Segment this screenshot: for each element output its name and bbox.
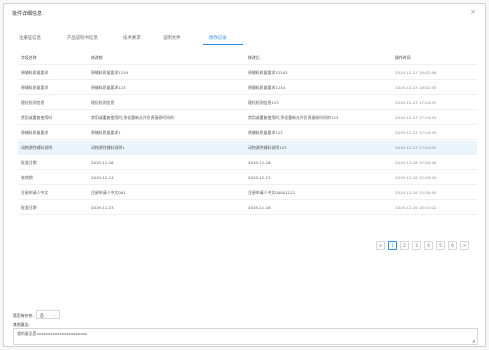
prev-page-button[interactable]: < (376, 241, 385, 250)
cell-before: 动物源性辅料说明1 (91, 145, 125, 150)
page-button-1[interactable]: 1 (388, 241, 397, 250)
page-button-4[interactable]: 4 (424, 241, 433, 250)
cell-time: 2019-12-18 15:50:40 (395, 160, 437, 165)
cell-time: 2019-12-23 17:24:55 (395, 130, 437, 135)
tab-certificates[interactable]: 证明文件 (163, 35, 181, 41)
cell-field: 原辅料质量要求 (21, 70, 49, 75)
table-row[interactable]: 批准日期 2019-11-23 2019-11-16 2019-12-16 18… (18, 201, 477, 215)
cell-time: 2019-12-23 18:02:35 (395, 85, 437, 90)
cell-before: 原辅料质量要求123 (91, 85, 126, 90)
cell-after: 原辅料质量要求12345 (248, 70, 288, 75)
table-row[interactable]: 原辅料质量要求 原辅料质量要求1234 原辅料质量要求12345 2019-12… (18, 66, 477, 80)
supplement-select[interactable]: 否 ⌄ (36, 310, 60, 319)
supplement-label: 是否有补充: (13, 313, 34, 318)
column-header-after: 修改后 (248, 55, 260, 60)
tab-product-manual[interactable]: 产品说明书信息 (67, 35, 98, 41)
cell-after: 理化检测信息123 (248, 100, 279, 105)
remark-textarea[interactable]: 我的意见是xxxxxxxxxxxxxxxxxxxxxx ◢ (13, 328, 478, 345)
cell-time: 2019-12-23 17:24:55 (395, 100, 437, 105)
dialog-title: 批件详细信息 (12, 11, 43, 17)
table-row[interactable]: 禁用或重复使用时 禁用或重复使用时,净化重新允许负责接收时间的 禁用或重复使用时… (18, 111, 477, 125)
table-row[interactable]: 注册申请人中文 注册申请人中文001 注册申请人中文00001122 2019-… (18, 186, 477, 200)
detail-dialog: 批件详细信息 × 注册证信息 产品说明书信息 技术要求 证明文件 修改记录 字段… (3, 3, 486, 347)
cell-time: 2019-12-18 15:50:40 (395, 190, 437, 195)
cell-before: 2019-12-14 (91, 175, 114, 180)
cell-field: 原辅料质量要求 (21, 130, 49, 135)
cell-after: 注册申请人中文00001122 (248, 190, 296, 195)
cell-field: 原辅料质量要求 (21, 85, 49, 90)
cell-field: 批准日期 (21, 160, 37, 165)
tab-registration[interactable]: 注册证信息 (19, 35, 41, 41)
remark-text: 我的意见是xxxxxxxxxxxxxxxxxxxxxx (17, 331, 88, 336)
cell-after: 动物源性辅料说明123 (248, 145, 287, 150)
dialog-header: 批件详细信息 × (4, 4, 485, 26)
active-tab-indicator (203, 44, 243, 45)
next-page-button[interactable]: > (460, 241, 469, 250)
close-icon[interactable]: × (470, 9, 476, 16)
cell-field: 批准日期 (21, 205, 37, 210)
tab-bar: 注册证信息 产品说明书信息 技术要求 证明文件 修改记录 (19, 35, 469, 47)
cell-time: 2019-12-18 15:50:40 (395, 175, 437, 180)
cell-before: 原辅料质量要求1 (91, 130, 121, 135)
table-row-selected[interactable]: 动物源性辅料说明 动物源性辅料说明1 动物源性辅料说明123 2019-12-2… (18, 141, 477, 155)
column-header-field: 字段名称 (21, 55, 37, 60)
cell-field: 注册申请人中文 (21, 190, 49, 195)
cell-time: 2019-12-23 17:24:55 (395, 145, 437, 150)
table-row[interactable]: 原辅料质量要求 原辅料质量要求123 原辅料质量要求1234 2019-12-2… (18, 81, 477, 95)
page-button-3[interactable]: 3 (412, 241, 421, 250)
cell-field: 禁用或重复使用时 (21, 115, 53, 120)
cell-field: 有效期 (21, 175, 33, 180)
supplement-value: 否 (40, 313, 44, 318)
page-button-6[interactable]: 6 (448, 241, 457, 250)
cell-before: 禁用或重复使用时,净化重新允许负责接收时间的 (91, 115, 174, 120)
tab-change-log[interactable]: 修改记录 (209, 35, 227, 41)
cell-time: 2019-12-23 18:02:46 (395, 70, 437, 75)
column-header-before: 修改前 (91, 55, 103, 60)
cell-field: 理化检测信息 (21, 100, 45, 105)
resize-handle-icon[interactable]: ◢ (472, 338, 475, 343)
cell-before: 理化检测信息 (91, 100, 115, 105)
table-row[interactable]: 有效期 2019-12-14 2019-12-13 2019-12-18 15:… (18, 171, 477, 185)
column-header-time: 操作时间 (395, 55, 411, 60)
cell-field: 动物源性辅料说明 (21, 145, 53, 150)
tab-technical-requirements[interactable]: 技术要求 (123, 35, 141, 41)
chevron-down-icon: ⌄ (52, 312, 56, 317)
page-button-5[interactable]: 5 (436, 241, 445, 250)
table-row[interactable]: 原辅料质量要求 原辅料质量要求1 原辅料质量要求123 2019-12-23 1… (18, 126, 477, 140)
cell-after: 原辅料质量要求123 (248, 130, 283, 135)
cell-before: 2019-11-16 (91, 160, 114, 165)
table-header-row: 字段名称 修改前 修改后 操作时间 (18, 51, 477, 65)
table-row[interactable]: 理化检测信息 理化检测信息 理化检测信息123 2019-12-23 17:24… (18, 96, 477, 110)
cell-before: 2019-11-23 (91, 205, 114, 210)
cell-after: 2019-11-16 (248, 205, 271, 210)
cell-after: 原辅料质量要求1234 (248, 85, 286, 90)
page-button-2[interactable]: 2 (400, 241, 409, 250)
cell-time: 2019-12-23 17:24:55 (395, 115, 437, 120)
cell-after: 2019-12-13 (248, 175, 271, 180)
cell-before: 原辅料质量要求1234 (91, 70, 129, 75)
cell-after: 2019-11-16 (248, 160, 271, 165)
cell-after: 禁用或重复使用时,净化重新允许负责接收时间的123 (248, 115, 339, 120)
table-row[interactable]: 批准日期 2019-11-16 2019-11-16 2019-12-18 15… (18, 156, 477, 170)
cell-before: 注册申请人中文001 (91, 190, 126, 195)
cell-time: 2019-12-16 18:11:02 (395, 205, 437, 210)
